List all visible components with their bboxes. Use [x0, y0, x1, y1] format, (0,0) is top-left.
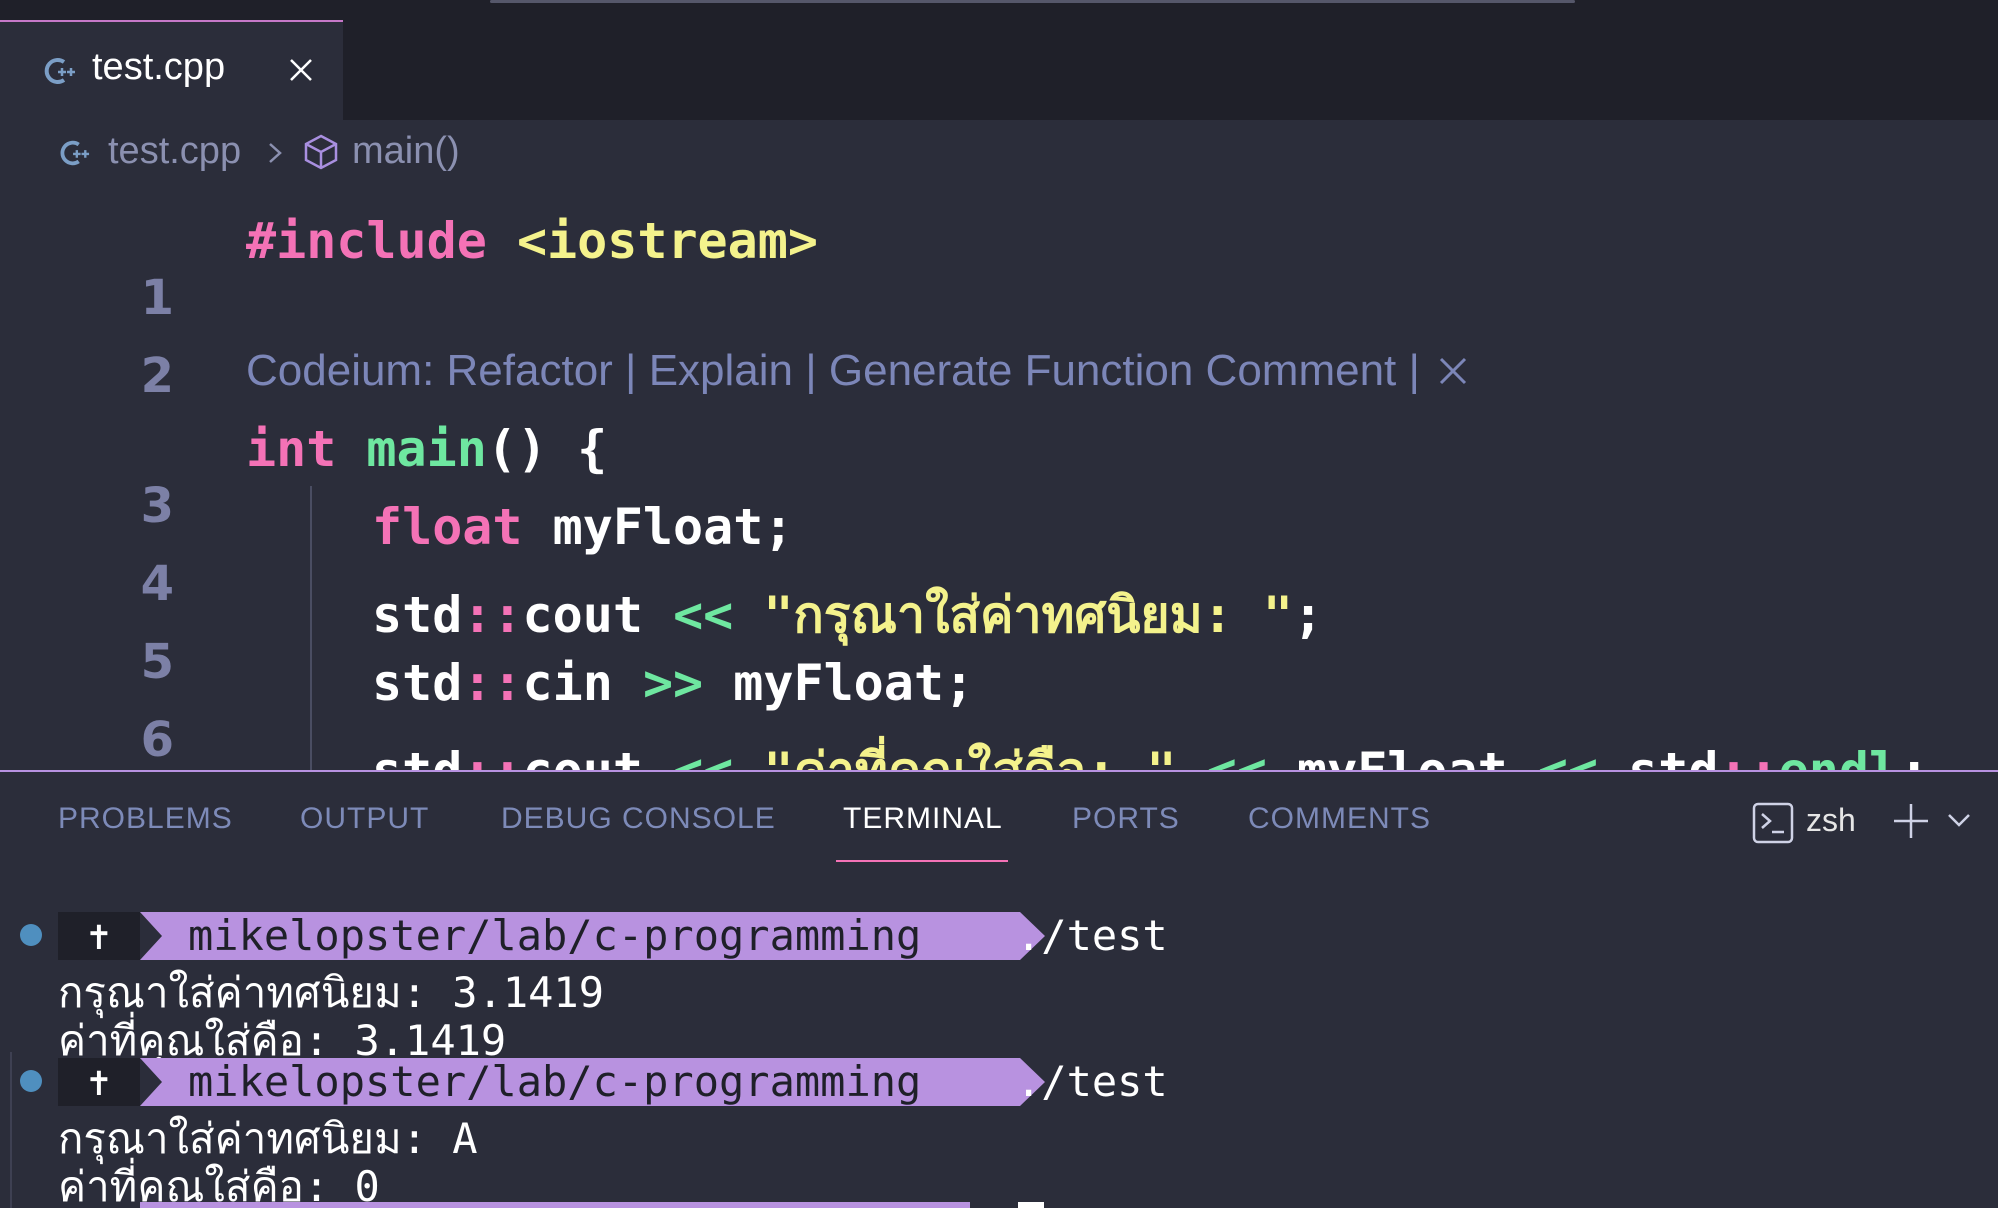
code-line-7: 7 std::cout << "ค่าที่คุณใส่คือ: " << my…: [0, 732, 1998, 770]
token-float: float: [372, 498, 523, 556]
tab-ports[interactable]: PORTS: [1072, 802, 1180, 836]
terminal-output-line: กรุณาใส่ค่าทศนิยม: 3.1419: [58, 968, 604, 1017]
codeium-codelens[interactable]: Codeium: Refactor | Explain | Generate F…: [246, 346, 1470, 396]
active-tab-indicator: [836, 860, 1008, 862]
code-line-1: 1 #include <iostream>: [0, 212, 1998, 326]
terminal-gutter: [10, 1052, 12, 1208]
terminal-output-line: ค่าที่คุณใส่คือ: 3.1419: [58, 1016, 507, 1065]
code-line-5: 5 std::cout << "กรุณาใส่ค่าทศนิยม: ";: [0, 576, 1998, 690]
prompt-symbol: ✝: [58, 1058, 140, 1106]
close-icon[interactable]: [283, 52, 319, 88]
title-bar: [0, 0, 1998, 20]
token-std: std: [372, 586, 463, 644]
token-op: <<: [1538, 742, 1598, 770]
token-op: <<: [673, 586, 734, 644]
breadcrumb-symbol[interactable]: main(): [352, 130, 460, 173]
prompt-command: ./test: [1016, 1057, 1168, 1106]
token-std: std: [372, 654, 463, 712]
command-status-dot[interactable]: [20, 924, 42, 946]
prompt-path: mikelopster/lab/c-programming: [188, 1057, 922, 1106]
breadcrumb: test.cpp main(): [0, 120, 1998, 186]
command-status-dot[interactable]: [20, 1070, 42, 1092]
terminal-output-line: กรุณาใส่ค่าทศนิยม: A: [58, 1114, 478, 1163]
token-rest: myFloat;: [703, 654, 975, 712]
next-prompt-partial: [140, 1202, 970, 1208]
terminal-shell-name[interactable]: zsh: [1806, 802, 1856, 839]
token-cin: cin: [522, 654, 613, 712]
token-endl: endl: [1779, 742, 1899, 770]
cpp-file-icon: [60, 140, 90, 166]
tab-comments[interactable]: COMMENTS: [1248, 802, 1431, 836]
tab-test-cpp[interactable]: test.cpp: [0, 20, 343, 120]
token-string: "ค่าที่คุณใส่คือ: ": [763, 742, 1176, 770]
codelens-text[interactable]: Codeium: Refactor | Explain | Generate F…: [246, 346, 1432, 395]
breadcrumb-file[interactable]: test.cpp: [108, 130, 241, 173]
code-line-3: 3 int main() {: [0, 420, 1998, 534]
chevron-down-icon[interactable]: [1946, 810, 1972, 830]
prompt-path: mikelopster/lab/c-programming: [188, 911, 922, 960]
token-var: myFloat: [1267, 742, 1538, 770]
terminal-icon[interactable]: [1752, 802, 1794, 844]
cpp-file-icon: [44, 58, 75, 84]
token-scope: ::: [462, 742, 522, 770]
tab-problems[interactable]: PROBLEMS: [58, 802, 233, 836]
terminal-cursor: [1018, 1202, 1044, 1208]
code-line-4: 4 float myFloat;: [0, 498, 1998, 612]
token-scope: ::: [462, 586, 523, 644]
token-include: #include: [246, 212, 487, 270]
code-line-6: 6 std::cin >> myFloat;: [0, 654, 1998, 768]
tab-label: test.cpp: [92, 46, 226, 88]
tab-debug-console[interactable]: DEBUG CONSOLE: [501, 802, 776, 836]
code-editor[interactable]: 1 #include <iostream> 2 Codeium: Refacto…: [0, 186, 1998, 770]
line-number: 2: [140, 348, 174, 404]
prompt-symbol: ✝: [58, 912, 140, 960]
token-scope: ::: [1718, 742, 1778, 770]
editor-tab-bar: test.cpp: [0, 20, 1998, 120]
token-rest: myFloat;: [522, 498, 794, 556]
token-main: main: [366, 420, 487, 478]
token-std: std: [372, 742, 462, 770]
token-cout: cout: [523, 742, 643, 770]
token-string: "กรุณาใส่ค่าทศนิยม: ": [763, 586, 1293, 644]
token-semi: ;: [1292, 586, 1324, 644]
token-cout: cout: [522, 586, 643, 644]
token-scope: ::: [462, 654, 523, 712]
symbol-method-icon: [304, 134, 338, 170]
chevron-right-icon: [269, 143, 282, 163]
prompt-path-segment: mikelopster/lab/c-programming: [140, 912, 1045, 960]
close-icon[interactable]: [1436, 354, 1470, 388]
token-op: <<: [1207, 742, 1267, 770]
title-scroll-indicator: [490, 0, 1575, 3]
prompt-path-segment: mikelopster/lab/c-programming: [140, 1058, 1045, 1106]
terminal-output-line: ค่าที่คุณใส่คือ: 0: [58, 1162, 380, 1208]
token-int: int: [246, 420, 337, 478]
tab-output[interactable]: OUTPUT: [300, 802, 429, 836]
token-op: >>: [642, 654, 704, 712]
prompt-command: ./test: [1016, 911, 1168, 960]
tab-terminal[interactable]: TERMINAL: [843, 802, 1003, 836]
token-paren: () {: [486, 420, 608, 478]
token-std: std: [1598, 742, 1718, 770]
token-header: <iostream>: [516, 212, 818, 270]
token-semi: ;: [1899, 742, 1929, 770]
plus-icon[interactable]: [1890, 800, 1932, 842]
bottom-panel: PROBLEMS OUTPUT DEBUG CONSOLE TERMINAL P…: [0, 772, 1998, 1208]
token-op: <<: [673, 742, 733, 770]
